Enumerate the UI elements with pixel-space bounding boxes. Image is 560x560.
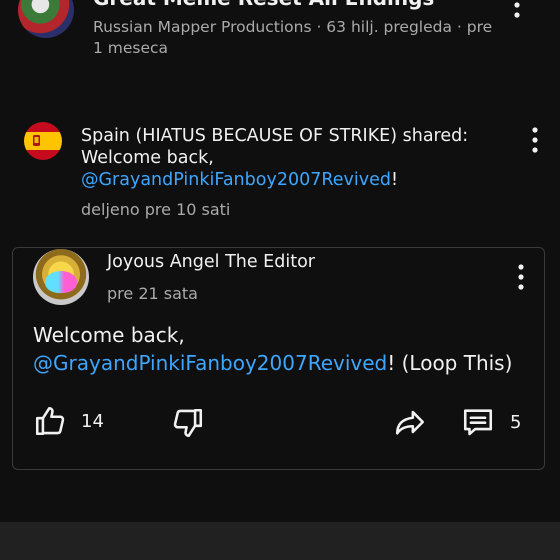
comment-count: 5 (510, 411, 522, 433)
author-avatar[interactable] (33, 249, 89, 305)
mention-link[interactable]: @GrayandPinkiFanboy2007Revived (33, 351, 387, 375)
dislike-button[interactable] (171, 406, 205, 440)
mention-link[interactable]: @GrayandPinkiFanboy2007Revived (81, 170, 391, 190)
post-text-suffix: ! (Loop This) (387, 351, 513, 375)
post-timestamp: pre 21 sata (107, 284, 198, 303)
share-suffix: ! (390, 170, 398, 190)
share-timestamp: deljeno pre 10 sati (81, 200, 231, 219)
more-vert-icon[interactable] (509, 262, 533, 292)
author-name[interactable]: Joyous Angel The Editor (107, 252, 315, 272)
more-vert-icon[interactable] (505, 0, 529, 20)
community-feed: Great Meme Reset All Endings Russian Map… (0, 0, 560, 560)
channel-avatar[interactable] (18, 0, 74, 38)
avatar-face (45, 271, 77, 293)
spain-flag-avatar[interactable] (24, 122, 62, 160)
thumb-up-icon (33, 404, 67, 438)
post-text-line: Welcome back, (33, 323, 185, 347)
like-button[interactable]: 14 (33, 404, 104, 438)
like-count: 14 (81, 410, 104, 432)
video-title[interactable]: Great Meme Reset All Endings (93, 0, 434, 10)
share-button[interactable] (392, 405, 428, 439)
share-arrow-icon (392, 405, 428, 439)
post-body: Welcome back, @GrayandPinkiFanboy2007Rev… (33, 321, 533, 377)
thumb-down-icon (171, 406, 205, 440)
share-author-text: Spain (HIATUS BECAUSE OF STRIKE) shared:… (81, 126, 469, 168)
video-item[interactable]: Great Meme Reset All Endings Russian Map… (0, 0, 560, 70)
video-meta: Russian Mapper Productions · 63 hilj. pr… (93, 18, 493, 57)
share-text: Spain (HIATUS BECAUSE OF STRIKE) shared:… (81, 125, 501, 191)
more-vert-icon[interactable] (523, 125, 547, 155)
bottom-bar (0, 522, 560, 560)
comment-icon (460, 405, 496, 439)
comments-button[interactable]: 5 (460, 405, 521, 439)
